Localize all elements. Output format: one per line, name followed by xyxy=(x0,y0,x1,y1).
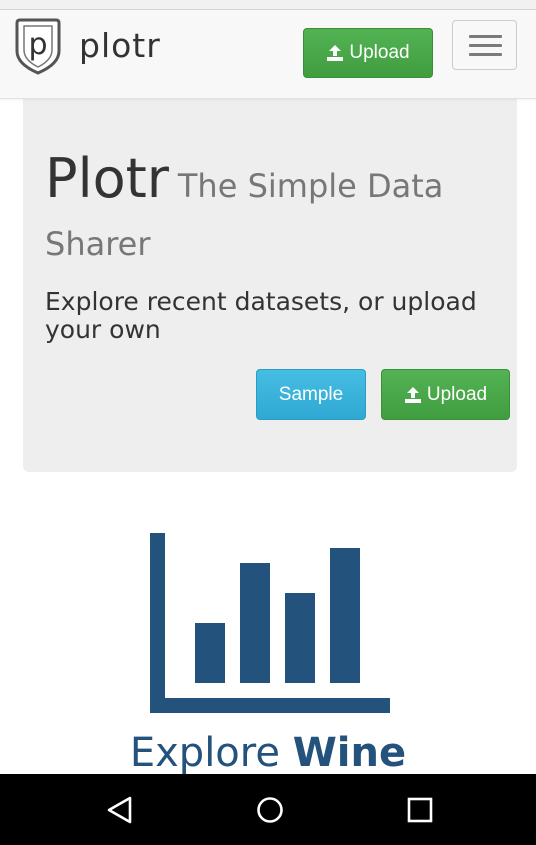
brand-name: plotr xyxy=(79,26,161,65)
hero-upload-label: Upload xyxy=(426,383,488,405)
hero-lead: Explore recent datasets, or upload your … xyxy=(45,287,477,344)
brand-letter: p xyxy=(28,27,47,62)
nav-upload-button[interactable]: Upload xyxy=(303,28,433,78)
shield-logo-icon: p xyxy=(15,18,61,75)
hamburger-menu-icon xyxy=(469,44,502,47)
bar-chart-icon xyxy=(150,533,390,713)
menu-toggle-button[interactable] xyxy=(452,20,517,70)
explore-dataset: Wine xyxy=(292,730,407,776)
hero-title: Plotr The Simple Data Sharer xyxy=(45,150,485,273)
screen: p plotr Upload Plotr The Simple Data Sha… xyxy=(0,0,536,845)
hero-upload-button[interactable]: Upload xyxy=(381,369,510,420)
brand-link[interactable]: p plotr xyxy=(14,17,161,77)
back-triangle-icon[interactable] xyxy=(104,794,136,826)
nav-upload-label: Upload xyxy=(349,42,410,63)
hamburger-menu-icon xyxy=(469,53,502,56)
upload-icon xyxy=(404,386,421,403)
recents-square-icon[interactable] xyxy=(404,794,436,826)
upload-icon xyxy=(327,45,344,61)
navbar: p plotr Upload xyxy=(0,10,536,99)
status-bar xyxy=(0,0,536,10)
home-circle-icon[interactable] xyxy=(254,794,286,826)
sample-button[interactable]: Sample xyxy=(256,369,366,420)
sample-label: Sample xyxy=(278,383,344,405)
android-navigation-bar xyxy=(0,774,536,845)
explore-prefix: Explore xyxy=(129,730,280,776)
hero-title-main: Plotr xyxy=(45,147,169,210)
explore-heading[interactable]: Explore Wine xyxy=(0,730,536,776)
hamburger-menu-icon xyxy=(469,35,502,38)
